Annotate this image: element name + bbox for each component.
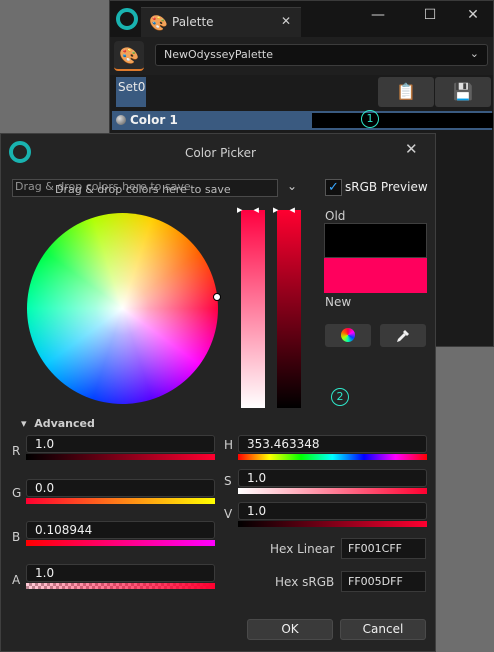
palette-selector-value: NewOdysseyPalette (164, 48, 273, 61)
value-slider[interactable]: ▶ ◀ (273, 206, 301, 408)
r-label: R (12, 444, 21, 458)
color-entry-swatch[interactable] (312, 113, 493, 128)
hex-linear-input[interactable]: FF001CFF (341, 538, 426, 559)
drop-zone-text: Drag & drop colors here to save (55, 183, 231, 196)
srgb-preview-checkbox[interactable]: ✓ (325, 179, 342, 196)
color-picker-dialog: Color Picker ✕ Drag & drop colors here t… (0, 133, 436, 652)
palette-title-bar[interactable]: 🎨 Palette ✕ — ☐ ✕ (110, 1, 493, 37)
palette-tab-label: Palette (172, 15, 214, 29)
desktop: 🎨 Palette ✕ — ☐ ✕ 🎨 NewOdysseyPalette ⌄ … (0, 0, 494, 652)
palette-toolbar: 🎨 NewOdysseyPalette ⌄ (110, 37, 493, 75)
palette-asset-icon[interactable]: 🎨 (114, 41, 144, 71)
v-gradient-bar[interactable] (238, 521, 427, 527)
palette-selector[interactable]: NewOdysseyPalette ⌄ (155, 44, 488, 66)
paste-button[interactable]: 📋 (378, 77, 434, 107)
color-drop-zone[interactable]: Drag & drop colors here to save Drag & d… (12, 179, 278, 197)
eyedropper-button[interactable] (380, 324, 426, 347)
r-gradient-bar[interactable] (26, 454, 215, 460)
hex-srgb-input[interactable]: FF005DFF (341, 571, 426, 592)
save-button[interactable]: 💾 (435, 77, 491, 107)
eyedropper-icon (397, 330, 409, 342)
color-entry-label: Color 1 (130, 113, 178, 127)
hex-linear-label: Hex Linear (270, 542, 335, 556)
palette-tab[interactable]: 🎨 Palette ✕ (141, 7, 301, 37)
set-tab[interactable]: Set0 (116, 77, 146, 107)
r-input[interactable]: 1.0 (26, 435, 215, 453)
saturation-slider[interactable]: ▶ ◀ (237, 206, 265, 408)
annotation-marker-1: 1 (361, 110, 379, 128)
g-label: G (12, 486, 22, 500)
dialog-close-icon[interactable]: ✕ (405, 140, 418, 158)
old-color-swatch (324, 223, 427, 258)
b-input[interactable]: 0.108944 (26, 521, 215, 539)
v-label: V (224, 507, 233, 521)
color-wheel[interactable] (27, 213, 218, 404)
h-gradient-bar[interactable] (238, 454, 427, 460)
annotation-marker-2: 2 (331, 388, 349, 406)
h-input[interactable]: 353.463348 (238, 435, 427, 453)
g-gradient-bar[interactable] (26, 498, 215, 504)
b-label: B (12, 530, 21, 544)
slider-handle-icon[interactable]: ▶ ◀ (237, 206, 269, 214)
color-wheel-icon (341, 328, 355, 342)
maximize-icon[interactable]: ☐ (418, 7, 442, 27)
chevron-down-icon: ⌄ (469, 47, 479, 60)
b-gradient-bar[interactable] (26, 540, 215, 546)
chevron-down-icon[interactable]: ⌄ (287, 179, 297, 193)
new-color-label: New (325, 295, 352, 309)
color-wheel-button[interactable] (325, 324, 371, 347)
h-label: H (224, 438, 234, 452)
hex-srgb-label: Hex sRGB (275, 575, 335, 589)
a-label: A (12, 573, 21, 587)
new-color-swatch (324, 258, 427, 293)
cancel-button[interactable]: Cancel (340, 619, 426, 640)
palette-icon: 🎨 (149, 14, 168, 32)
color-entry-row[interactable]: Color 1 (112, 111, 493, 130)
advanced-section-toggle[interactable]: ▾ Advanced (21, 417, 95, 430)
a-input[interactable]: 1.0 (26, 564, 215, 582)
a-gradient-bar[interactable] (26, 583, 215, 589)
s-input[interactable]: 1.0 (238, 469, 427, 487)
save-icon: 💾 (453, 82, 473, 101)
color-wheel-selector[interactable] (213, 293, 221, 301)
v-input[interactable]: 1.0 (238, 502, 427, 520)
paste-icon: 📋 (396, 82, 416, 101)
unreal-logo-icon (116, 8, 138, 30)
minimize-icon[interactable]: — (366, 7, 390, 27)
slider-handle-icon[interactable]: ▶ ◀ (273, 206, 305, 214)
s-label: S (224, 474, 232, 488)
ok-button[interactable]: OK (247, 619, 333, 640)
dialog-title: Color Picker (185, 146, 256, 160)
tab-close-icon[interactable]: ✕ (281, 14, 291, 28)
srgb-preview-label: sRGB Preview (345, 180, 428, 194)
g-input[interactable]: 0.0 (26, 479, 215, 497)
s-gradient-bar[interactable] (238, 488, 427, 494)
old-color-label: Old (325, 209, 346, 223)
unreal-logo-icon (9, 141, 31, 163)
color-entry-dot-icon (116, 115, 126, 125)
window-close-icon[interactable]: ✕ (461, 7, 485, 27)
advanced-label: Advanced (34, 417, 95, 430)
